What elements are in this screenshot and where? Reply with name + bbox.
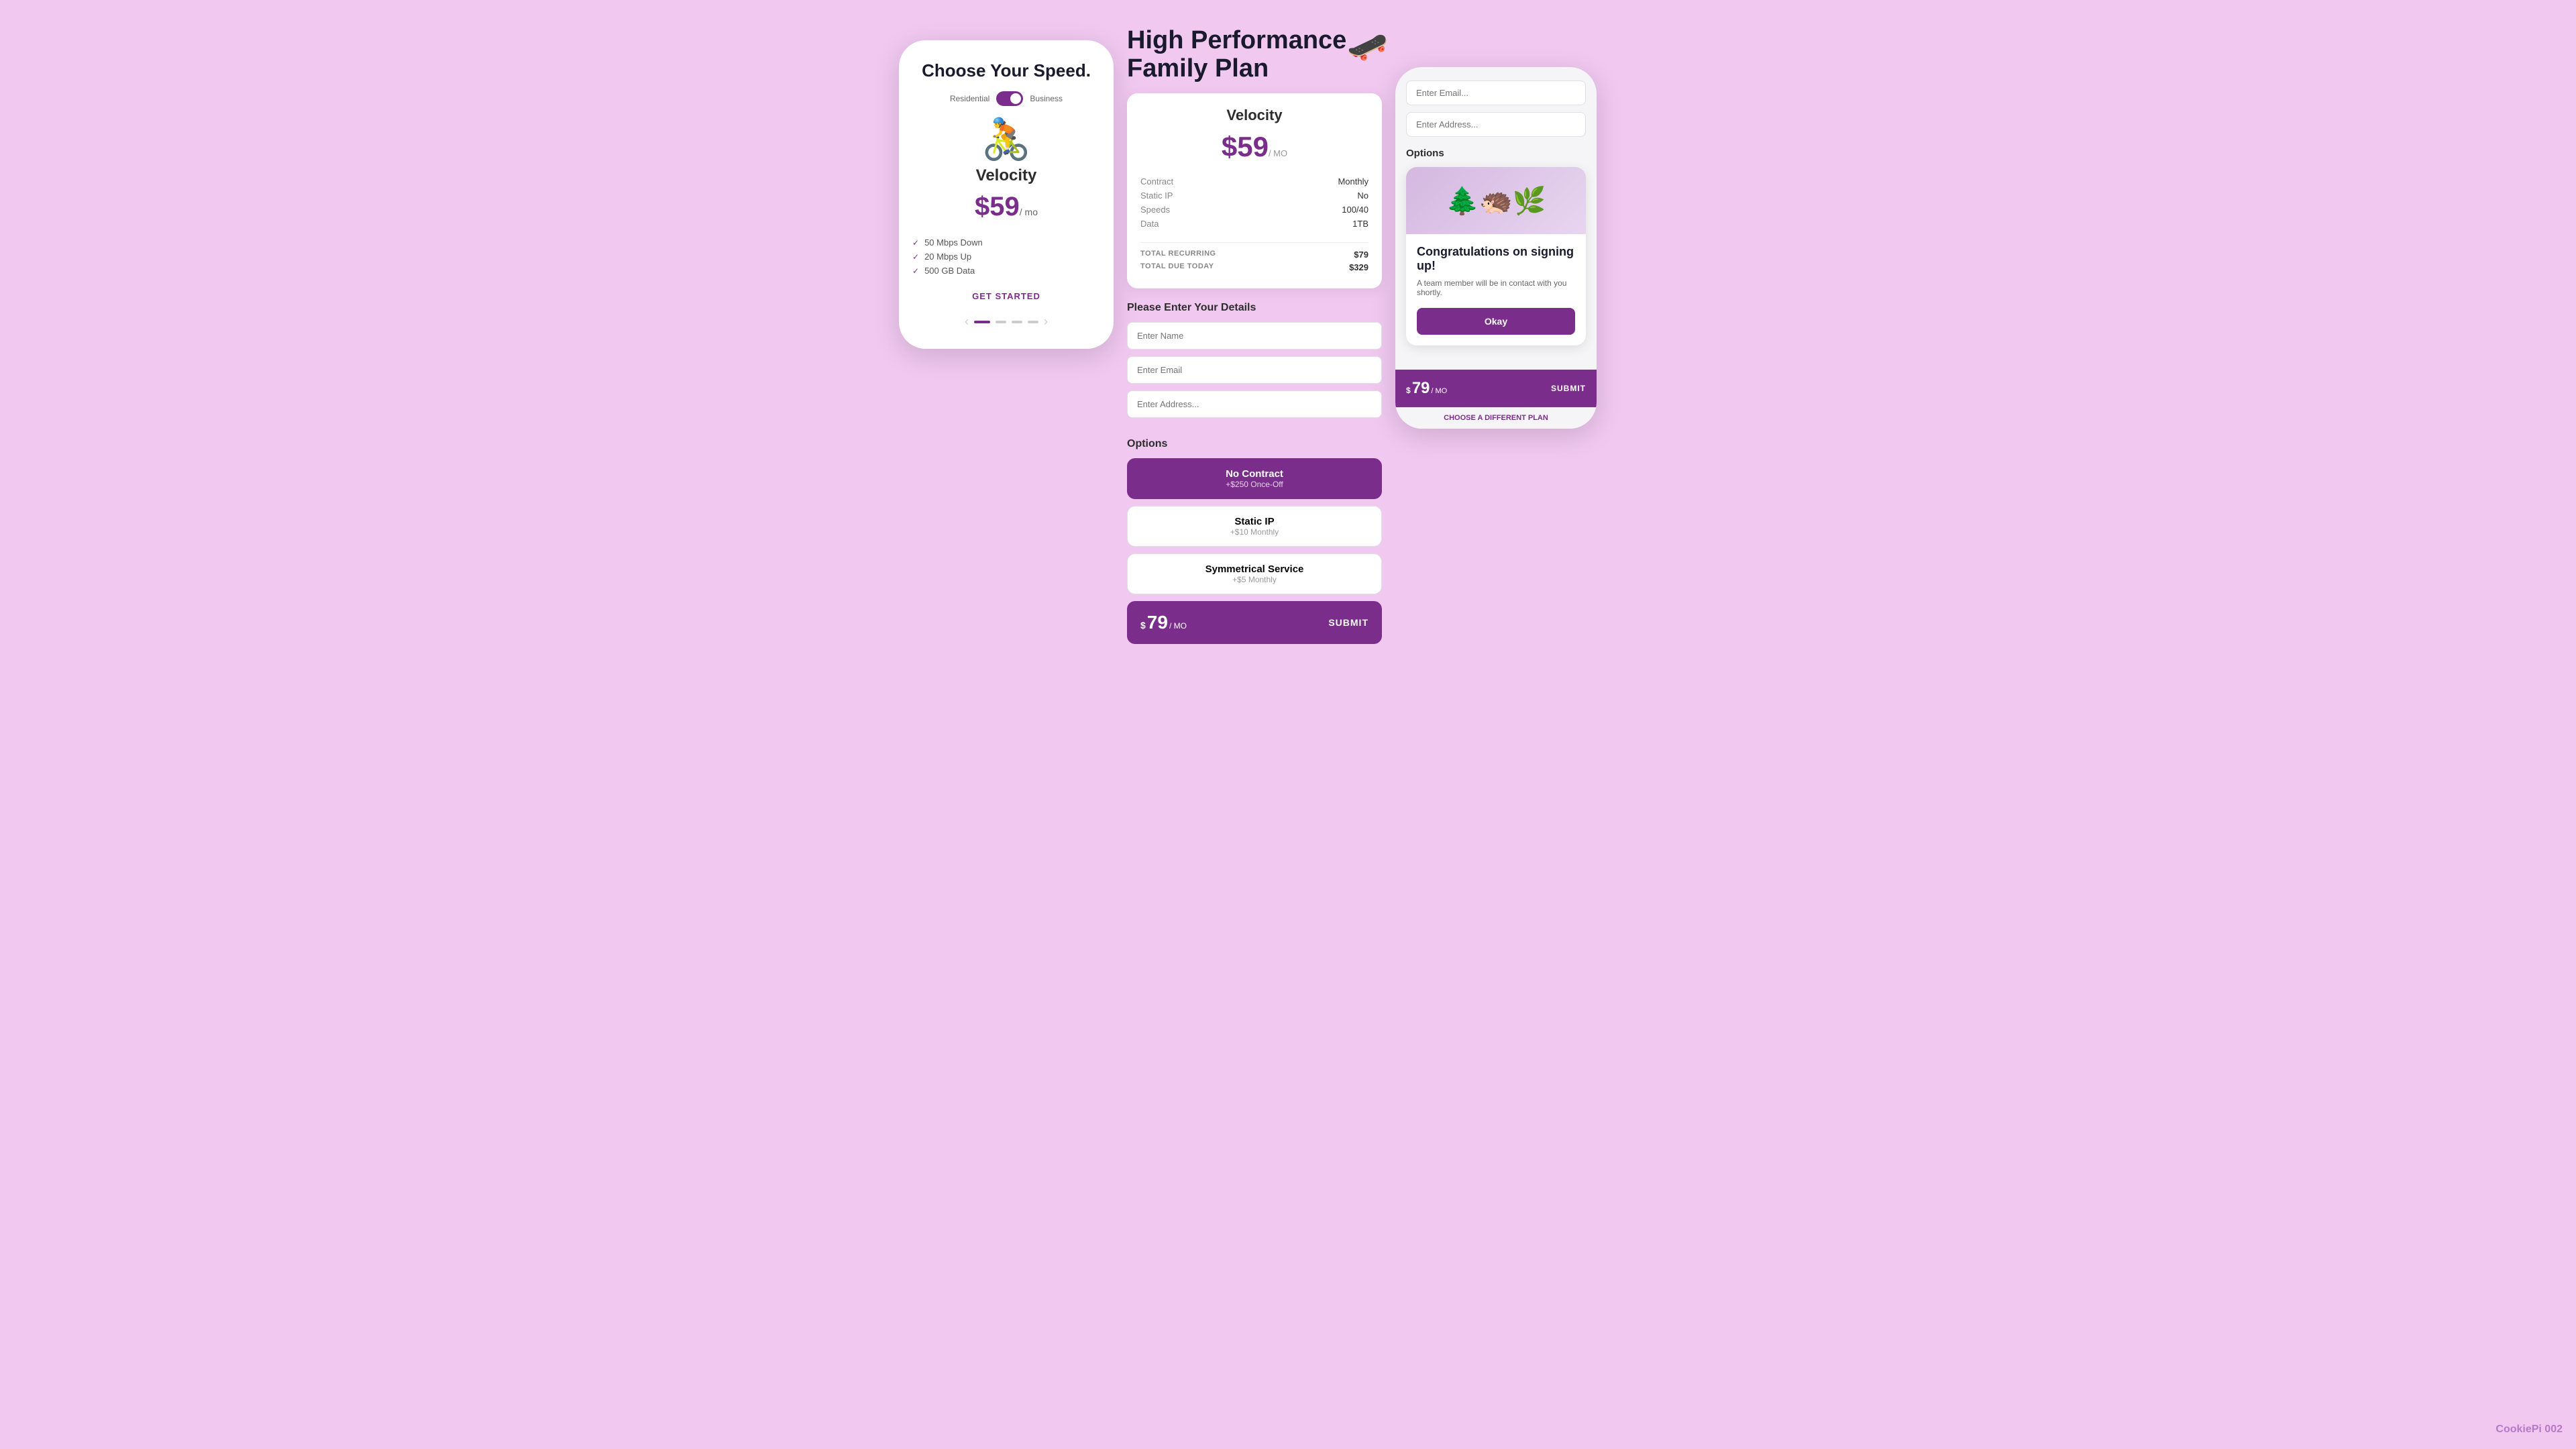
page-container: Choose Your Speed. Residential Business …	[885, 13, 1690, 657]
dot-1[interactable]	[974, 321, 990, 323]
right-phone-inner: Options 🌲🦔🌿 Congratulations on signing u…	[1395, 67, 1597, 370]
okay-button[interactable]: Okay	[1417, 308, 1575, 335]
option-no-contract[interactable]: No Contract +$250 Once-Off	[1127, 458, 1382, 499]
option-static-ip-sub: +$10 Monthly	[1138, 527, 1371, 537]
total-due-row: TOTAL DUE TODAY $329	[1140, 262, 1368, 272]
form-section: Please Enter Your Details	[1127, 302, 1382, 425]
plan-details-grid: Contract Monthly Static IP No Speeds 100…	[1140, 176, 1368, 229]
detail-speeds-value: 100/40	[1258, 205, 1368, 215]
carousel-dots: ‹ ›	[912, 315, 1100, 329]
total-recurring-value: $79	[1354, 250, 1368, 260]
right-phone-bottom-bar: $ 79 / MO SUBMIT	[1395, 370, 1597, 407]
carousel-next-arrow[interactable]: ›	[1044, 315, 1048, 329]
dot-3[interactable]	[1012, 321, 1022, 323]
congrats-content: Congratulations on signing up! A team me…	[1406, 234, 1586, 345]
bike-illustration: 🚴	[912, 119, 1100, 160]
detail-data-label: Data	[1140, 219, 1251, 229]
right-price-info: $ 79 / MO	[1406, 379, 1447, 398]
option-no-contract-name: No Contract	[1138, 468, 1371, 480]
middle-price-mo: / MO	[1169, 621, 1187, 631]
plan-card-name: Velocity	[1140, 107, 1368, 124]
plan-header-title: High Performance Family Plan	[1127, 27, 1382, 83]
plan-card: Velocity $59/ MO Contract Monthly Static…	[1127, 93, 1382, 288]
right-email-input[interactable]	[1406, 80, 1586, 105]
congrats-title: Congratulations on signing up!	[1417, 245, 1575, 273]
toggle-row: Residential Business	[912, 91, 1100, 106]
total-recurring-row: TOTAL RECURRING $79	[1140, 250, 1368, 260]
congrats-message: A team member will be in contact with yo…	[1417, 278, 1575, 297]
total-recurring-label: TOTAL RECURRING	[1140, 250, 1216, 260]
right-address-input[interactable]	[1406, 112, 1586, 137]
option-symmetrical-service-sub: +$5 Monthly	[1138, 575, 1371, 584]
feature-1: 50 Mbps Down	[912, 235, 1100, 250]
detail-staticip-label: Static IP	[1140, 191, 1251, 201]
detail-data-value: 1TB	[1258, 219, 1368, 229]
business-label: Business	[1030, 94, 1063, 103]
middle-price-info: $ 79 / MO	[1140, 612, 1187, 633]
middle-price-sup: $	[1140, 620, 1146, 631]
residential-label: Residential	[950, 94, 989, 103]
feature-3: 500 GB Data	[912, 264, 1100, 278]
feature-2: 20 Mbps Up	[912, 250, 1100, 264]
middle-submit-button[interactable]: SUBMIT	[1328, 617, 1368, 628]
skater-illustration: 🛹	[1347, 27, 1389, 66]
right-price-num: 79	[1412, 379, 1430, 398]
right-phone: Options 🌲🦔🌿 Congratulations on signing u…	[1395, 67, 1597, 429]
address-input[interactable]	[1127, 390, 1382, 418]
detail-contract-label: Contract	[1140, 176, 1251, 186]
middle-section: High Performance Family Plan 🛹 Velocity …	[1127, 27, 1382, 644]
middle-bottom-bar: $ 79 / MO SUBMIT	[1127, 601, 1382, 644]
total-due-label: TOTAL DUE TODAY	[1140, 262, 1214, 272]
detail-staticip-value: No	[1258, 191, 1368, 201]
left-price-per: / mo	[1020, 207, 1038, 217]
middle-price-num: 79	[1147, 612, 1168, 633]
plan-price: $59/ MO	[1140, 131, 1368, 163]
get-started-button[interactable]: GET STARTED	[912, 291, 1100, 301]
plan-price-per-mo: / MO	[1269, 148, 1287, 158]
plan-price-dollar: $59	[1222, 131, 1269, 162]
residential-business-toggle[interactable]	[996, 91, 1023, 106]
plan-header: High Performance Family Plan 🛹	[1127, 27, 1382, 83]
card-divider	[1140, 242, 1368, 243]
option-no-contract-sub: +$250 Once-Off	[1138, 480, 1371, 489]
left-plan-name: Velocity	[912, 166, 1100, 185]
detail-contract-value: Monthly	[1258, 176, 1368, 186]
congrats-card: 🌲🦔🌿 Congratulations on signing up! A tea…	[1406, 167, 1586, 345]
total-due-value: $329	[1349, 262, 1368, 272]
form-title: Please Enter Your Details	[1127, 302, 1382, 314]
option-static-ip[interactable]: Static IP +$10 Monthly	[1127, 506, 1382, 547]
totals: TOTAL RECURRING $79 TOTAL DUE TODAY $329	[1140, 250, 1368, 272]
options-section: Options No Contract +$250 Once-Off Stati…	[1127, 438, 1382, 594]
carousel-prev-arrow[interactable]: ‹	[965, 315, 969, 329]
watermark: CookiePi 002	[2496, 1424, 2563, 1436]
right-price-sup: $	[1406, 386, 1411, 395]
option-symmetrical-service[interactable]: Symmetrical Service +$5 Monthly	[1127, 553, 1382, 594]
right-price-mo: / MO	[1431, 387, 1447, 395]
dot-4[interactable]	[1028, 321, 1038, 323]
congrats-image: 🌲🦔🌿	[1406, 167, 1586, 234]
left-price-amount: $59	[975, 192, 1020, 221]
dot-2[interactable]	[996, 321, 1006, 323]
detail-speeds-label: Speeds	[1140, 205, 1251, 215]
features-list: 50 Mbps Down 20 Mbps Up 500 GB Data	[912, 235, 1100, 278]
options-title: Options	[1127, 438, 1382, 450]
right-options-label: Options	[1406, 148, 1586, 159]
name-input[interactable]	[1127, 322, 1382, 350]
option-static-ip-name: Static IP	[1138, 516, 1371, 527]
option-symmetrical-service-name: Symmetrical Service	[1138, 564, 1371, 575]
left-phone: Choose Your Speed. Residential Business …	[899, 40, 1114, 349]
left-phone-title: Choose Your Speed.	[912, 60, 1100, 81]
email-input[interactable]	[1127, 356, 1382, 384]
change-plan-link[interactable]: CHOOSE A DIFFERENT PLAN	[1395, 407, 1597, 429]
left-price: $59/ mo	[912, 192, 1100, 222]
right-submit-button[interactable]: SUBMIT	[1551, 384, 1586, 393]
